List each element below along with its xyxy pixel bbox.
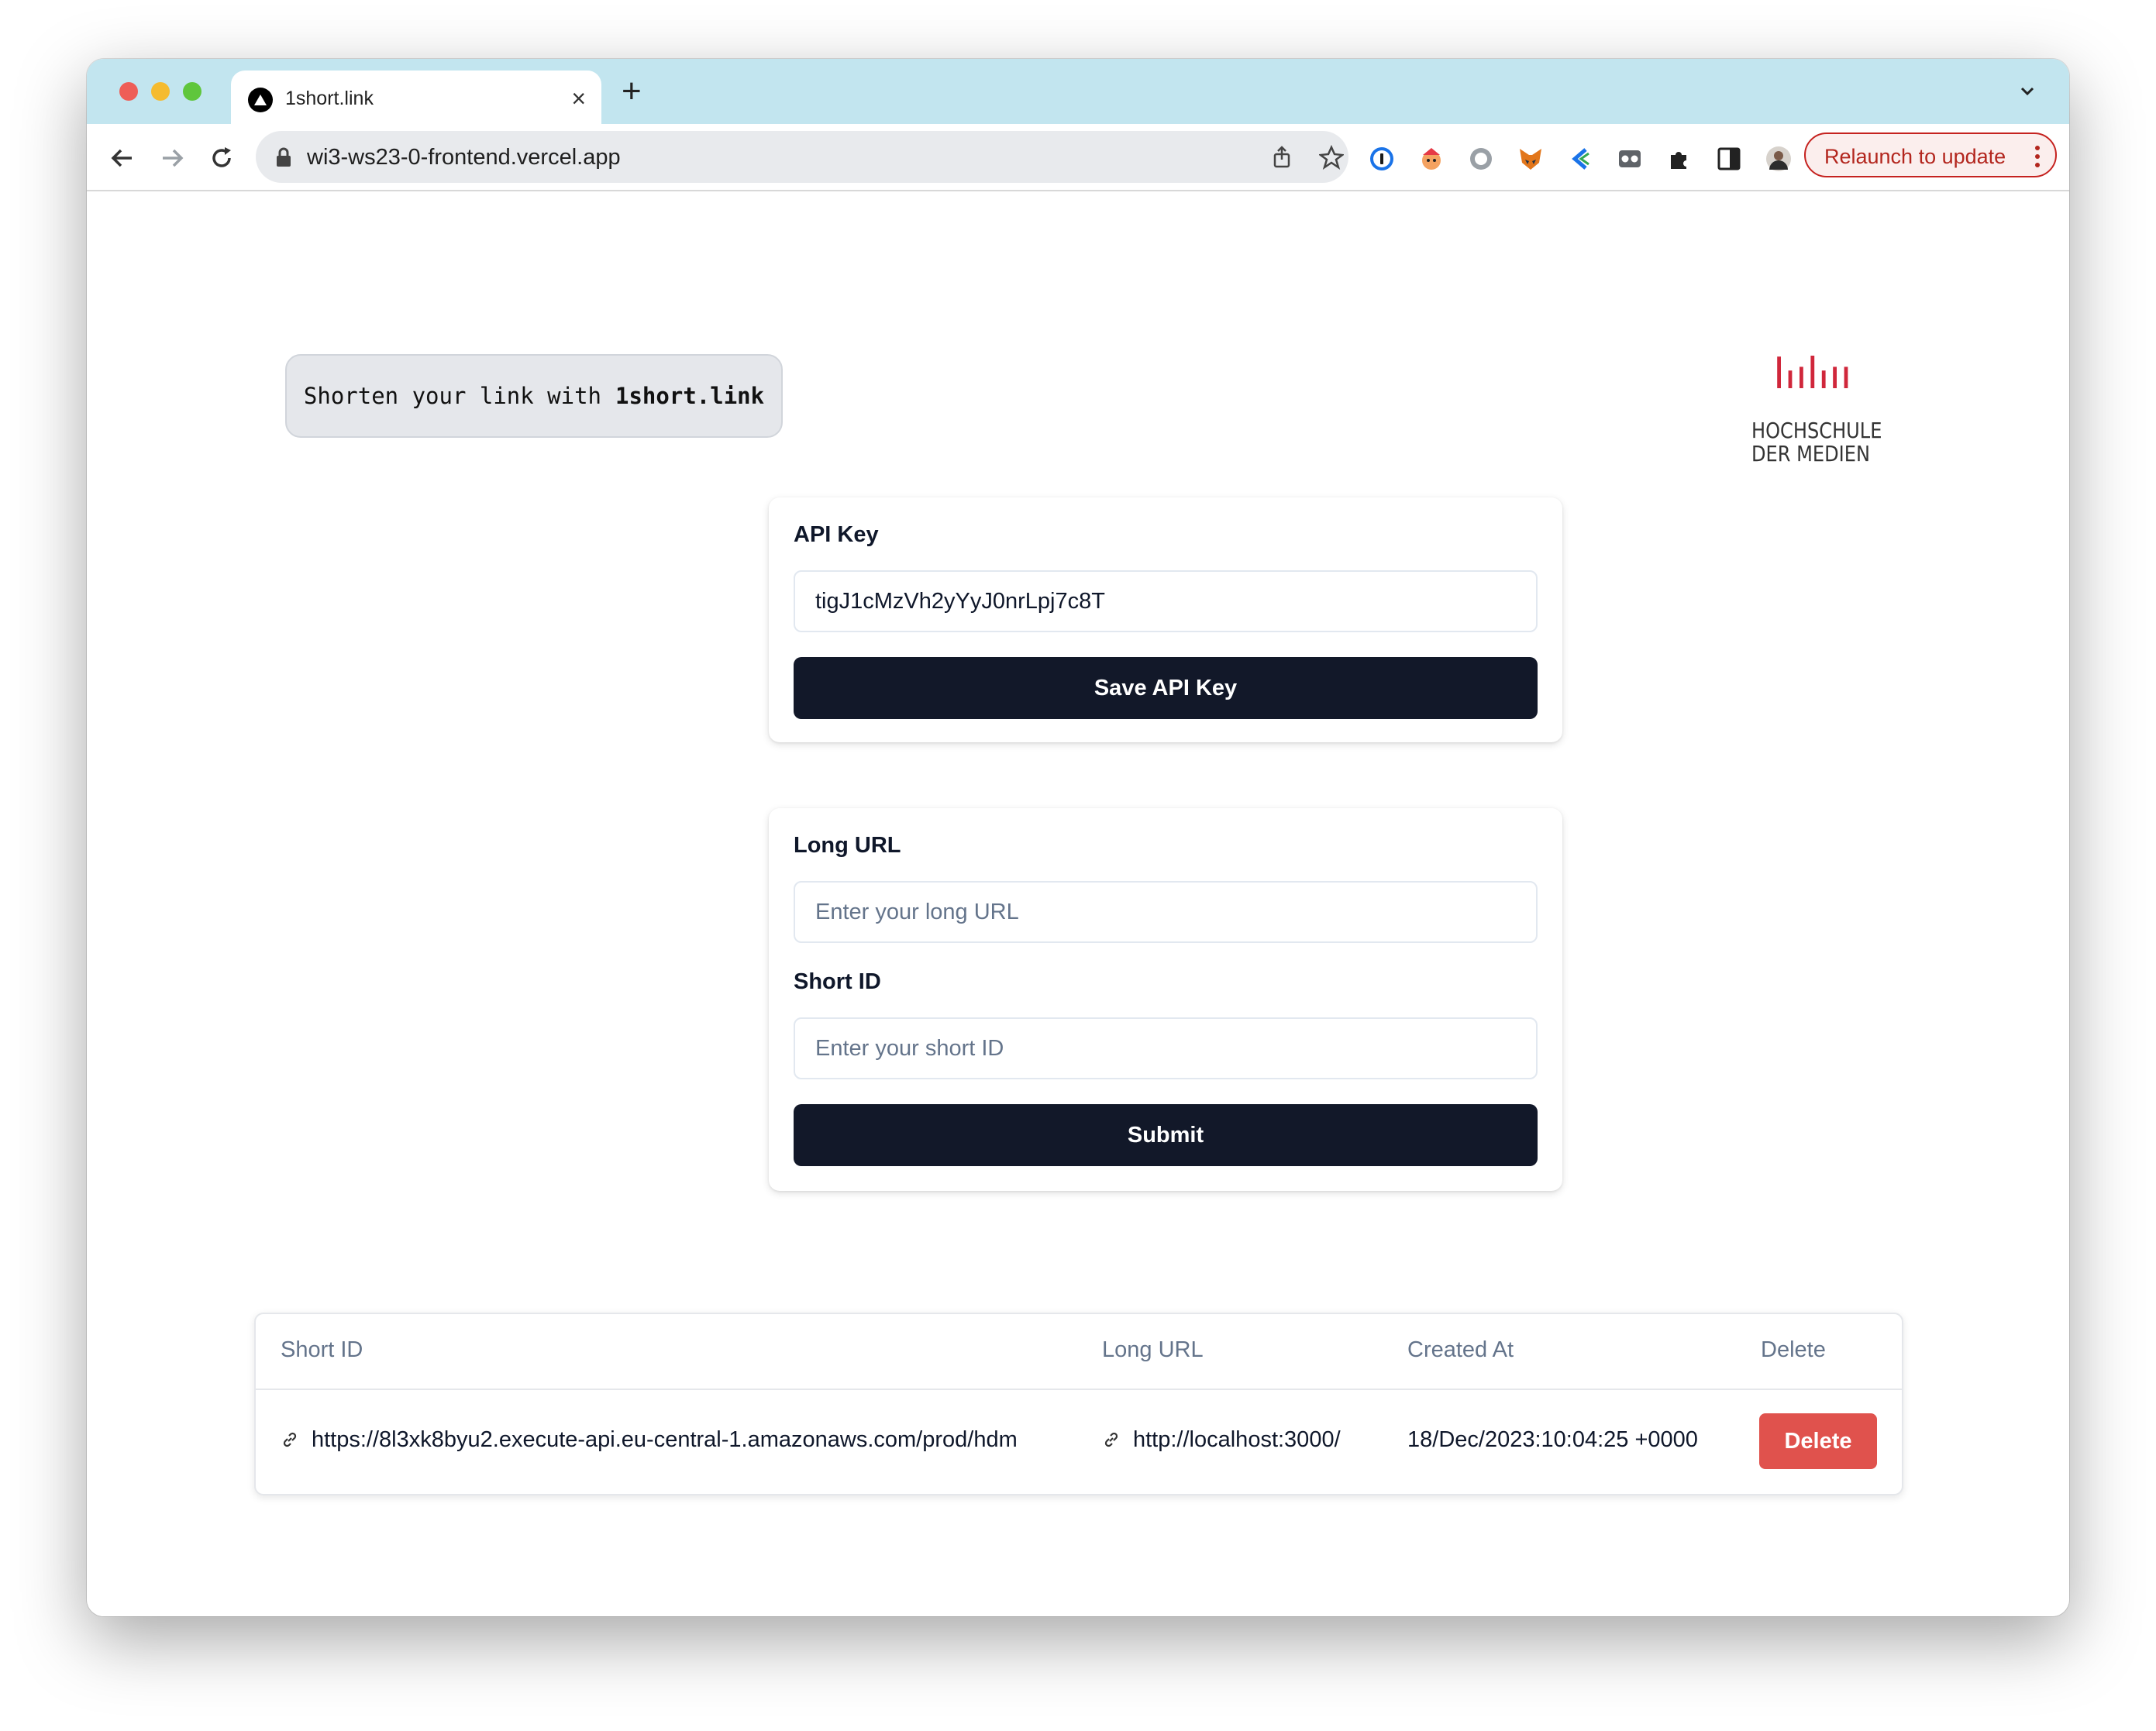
long-url-label: Long URL: [794, 833, 901, 858]
link-icon: [283, 1432, 297, 1447]
chevron-down-icon[interactable]: [2017, 81, 2038, 102]
short-id-input[interactable]: [794, 1017, 1538, 1079]
short-id-link[interactable]: https://8l3xk8byu2.execute-api.eu-centra…: [312, 1427, 1018, 1453]
logo-line-2: DER MEDIEN: [1751, 441, 1871, 466]
bookmark-arrow-extension-icon[interactable]: [1567, 146, 1593, 172]
back-arrow-icon[interactable]: [107, 143, 138, 174]
submit-button[interactable]: Submit: [794, 1104, 1538, 1166]
browser-window: 1short.link × + wi3-ws23-0-frontend.verc…: [87, 59, 2069, 1616]
links-table: Short ID Long URL Created At Delete http…: [254, 1313, 1903, 1495]
browser-tab[interactable]: 1short.link ×: [231, 71, 601, 124]
shorten-form-card: Long URL Short ID Submit: [769, 808, 1562, 1191]
column-header-short-id: Short ID: [281, 1337, 363, 1362]
relaunch-label: Relaunch to update: [1824, 145, 2006, 168]
long-url-link[interactable]: http://localhost:3000/: [1133, 1427, 1341, 1453]
game-extension-icon[interactable]: [1418, 146, 1445, 172]
star-icon[interactable]: [1319, 145, 1344, 170]
short-id-label: Short ID: [794, 969, 881, 994]
tagline-brand: 1short.link: [615, 383, 765, 409]
close-tab-icon[interactable]: ×: [571, 84, 586, 112]
metamask-fox-icon[interactable]: [1517, 146, 1544, 172]
1password-icon[interactable]: [1369, 146, 1395, 172]
address-bar[interactable]: wi3-ws23-0-frontend.vercel.app: [256, 131, 1348, 183]
created-at-value: 18/Dec/2023:10:04:25 +0000: [1407, 1427, 1698, 1452]
logo-line-1: HOCHSCHULE: [1751, 418, 1882, 443]
maximize-window-button[interactable]: [183, 82, 201, 101]
link-icon: [1104, 1432, 1118, 1447]
profile-avatar[interactable]: [1765, 146, 1792, 172]
delete-button[interactable]: Delete: [1759, 1413, 1877, 1469]
api-key-input[interactable]: [794, 570, 1538, 632]
url-text[interactable]: wi3-ws23-0-frontend.vercel.app: [307, 145, 621, 170]
save-api-key-button[interactable]: Save API Key: [794, 657, 1538, 719]
page-content: Shorten your link with 1short.link HOCHS…: [87, 191, 2069, 1616]
column-header-long-url: Long URL: [1102, 1337, 1204, 1362]
glasses-extension-icon[interactable]: [1617, 146, 1643, 172]
sidepanel-icon[interactable]: [1716, 146, 1742, 172]
api-key-label: API Key: [794, 522, 879, 547]
reload-icon[interactable]: [206, 143, 237, 174]
vercel-triangle-icon: [248, 88, 273, 112]
new-tab-icon[interactable]: +: [622, 74, 642, 108]
lock-icon[interactable]: [274, 147, 293, 167]
browser-toolbar: wi3-ws23-0-frontend.vercel.app Relaunch …: [87, 124, 2069, 191]
share-icon[interactable]: [1269, 145, 1294, 170]
column-header-created-at: Created At: [1407, 1337, 1514, 1362]
more-vert-icon[interactable]: [2034, 143, 2041, 170]
long-url-input[interactable]: [794, 881, 1538, 943]
forward-arrow-icon[interactable]: [157, 143, 188, 174]
tagline-prefix: Shorten your link with: [303, 383, 602, 409]
column-header-delete: Delete: [1761, 1337, 1826, 1362]
table-divider: [256, 1389, 1902, 1390]
tagline-chip: Shorten your link with 1short.link: [285, 354, 783, 438]
puzzle-icon[interactable]: [1666, 146, 1693, 172]
relaunch-button[interactable]: Relaunch to update: [1804, 132, 2057, 177]
circle-extension-icon[interactable]: [1468, 146, 1494, 172]
tab-title: 1short.link: [285, 88, 374, 109]
hdm-logo-bars-icon: [1777, 356, 1848, 388]
api-key-card: API Key Save API Key: [769, 497, 1562, 742]
close-window-button[interactable]: [119, 82, 138, 101]
minimize-window-button[interactable]: [151, 82, 170, 101]
tab-strip: 1short.link × +: [87, 59, 2069, 124]
